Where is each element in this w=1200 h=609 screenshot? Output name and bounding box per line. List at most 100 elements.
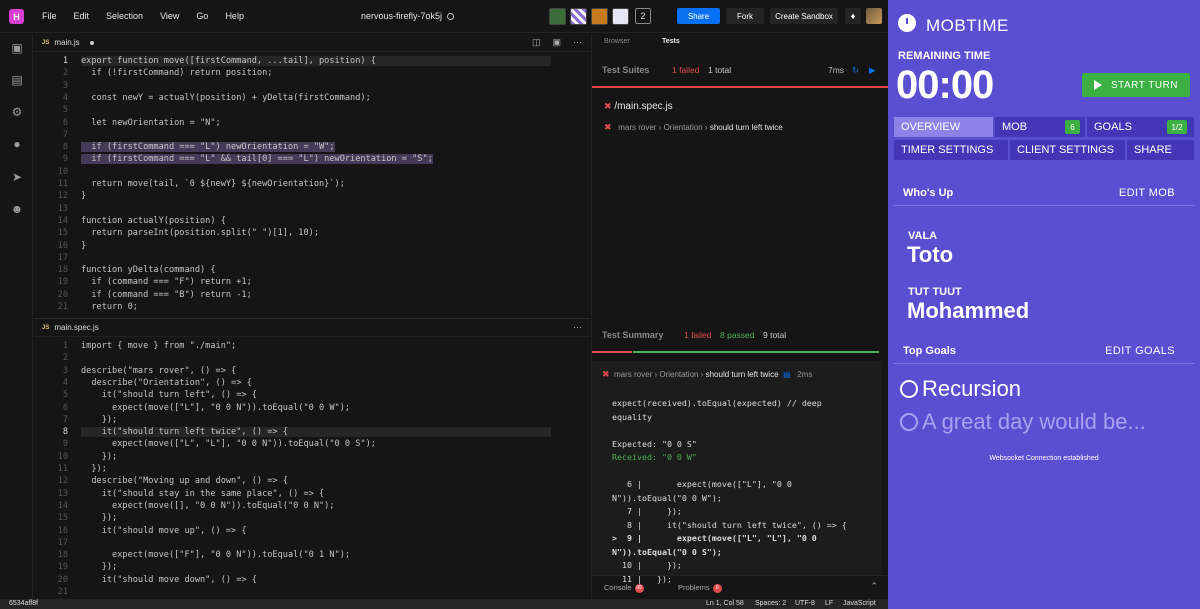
tab-main-spec-js[interactable]: JS main.spec.js [42, 323, 99, 332]
code-line: expect(move(["L"], "0 0 N")).toEqual("0 … [81, 402, 351, 413]
line-number: 16 [57, 525, 68, 536]
console-tab[interactable]: Console 99 [604, 583, 644, 593]
status-bar: 6534aff8f Ln 1, Col 58 Spaces: 2 UTF-8 L… [0, 599, 888, 609]
line-number: 2 [62, 353, 68, 364]
file-icon[interactable]: ▤ [783, 370, 791, 379]
edit-mob-button[interactable]: EDIT MOB [1119, 187, 1175, 199]
play-icon[interactable]: ▶ [869, 65, 876, 76]
start-turn-button[interactable]: START TURN [1082, 73, 1190, 97]
menu-go[interactable]: Go [196, 11, 208, 21]
tab-tests[interactable]: Tests [662, 38, 680, 45]
create-sandbox-button[interactable]: Create Sandbox [770, 8, 838, 24]
tab-share[interactable]: SHARE [1126, 139, 1195, 161]
failed-bar [592, 351, 632, 353]
more-icon[interactable]: ⋯ [573, 322, 582, 333]
problems-tab[interactable]: Problems 0 [678, 583, 722, 593]
code-main-spec-js[interactable]: 1 import { move } from "./main"; 2 3 describ… [34, 337, 590, 599]
code-line: if (firstCommand === "L") newOrientation… [81, 142, 335, 153]
summary-total: 9 total [763, 330, 787, 340]
tab-overview[interactable]: OVERVIEW [893, 116, 994, 138]
users-icon[interactable]: ☻ [10, 202, 24, 216]
tab-label: MOB [1002, 121, 1028, 133]
line-number: 2 [62, 68, 68, 79]
github-icon[interactable]: ● [10, 137, 24, 151]
goal-checkbox[interactable] [900, 380, 918, 398]
preview-icon[interactable]: ▣ [552, 37, 561, 48]
code-line: it("should stay in the same place", () =… [81, 488, 325, 499]
goal-input[interactable]: A great day would be... [900, 409, 1146, 435]
sandbox-name: nervous-firefly-7ok5j [361, 11, 443, 21]
cursor-position[interactable]: Ln 1, Col 58 [706, 600, 744, 607]
code-line: if (!firstCommand) return position; [81, 68, 273, 79]
test-file[interactable]: ✖ /main.spec.js [604, 101, 673, 112]
line-number: 15 [57, 228, 68, 239]
error-line: equality [612, 411, 652, 422]
code-line: expect(move(["L", "L"], "0 0 N")).toEqua… [81, 439, 376, 450]
indentation[interactable]: Spaces: 2 [755, 600, 786, 607]
fork-button[interactable]: Fork [726, 8, 764, 24]
error-line: Received: "0 0 W" [612, 452, 697, 462]
avatar[interactable] [570, 8, 587, 25]
test-suites-label: Test Suites [602, 65, 650, 75]
tab-label: SHARE [1134, 144, 1172, 156]
collaborator-count[interactable]: 2 [635, 8, 651, 24]
commit-hash[interactable]: 6534aff8f [9, 600, 38, 607]
code-line: const newY = actualY(position) + yDelta(… [81, 92, 371, 103]
cube-icon[interactable]: ▣ [10, 41, 24, 55]
mob-count-badge: 6 [1065, 120, 1080, 134]
bell-icon[interactable]: ♦ [845, 8, 861, 24]
top-goals-label: Top Goals [903, 345, 956, 357]
menu-file[interactable]: File [42, 11, 57, 21]
code-line: import { move } from "./main"; [81, 341, 237, 351]
code-line: }); [81, 464, 107, 474]
avatar[interactable] [612, 8, 629, 25]
menu-edit[interactable]: Edit [74, 11, 90, 21]
code-main-js[interactable]: 1 export function move([firstCommand, ...… [34, 52, 590, 318]
line-number: 10 [57, 451, 68, 462]
line-number: 21 [57, 587, 68, 597]
js-icon: JS [42, 39, 50, 46]
line-number: 17 [57, 537, 68, 548]
tab-client-settings[interactable]: CLIENT SETTINGS [1009, 139, 1126, 161]
code-line: it("should move down", () => { [81, 574, 257, 585]
line-number: 5 [62, 390, 68, 401]
line-number: 19 [57, 277, 68, 288]
editor-tabbar-bottom: JS main.spec.js ⋯ [34, 319, 590, 337]
code-line: return 0; [81, 302, 138, 312]
line-ending[interactable]: LF [825, 600, 833, 607]
crumb-item: mars rover [614, 370, 653, 379]
gear-icon[interactable]: ⚙ [10, 105, 24, 119]
line-number: 13 [57, 203, 68, 214]
tab-mob[interactable]: MOB 6 [994, 116, 1086, 138]
codesandbox-logo[interactable]: H [9, 9, 24, 24]
user-avatar[interactable] [866, 8, 882, 24]
code-line: let newOrientation = "N"; [81, 117, 221, 128]
menu-view[interactable]: View [160, 11, 179, 21]
code-line: describe("Moving up and down", () => { [81, 476, 288, 487]
divider [893, 363, 1195, 364]
goal-item[interactable]: Recursion [900, 376, 1021, 402]
test-breadcrumb[interactable]: ✖ mars rover › Orientation › should turn… [604, 122, 783, 133]
tab-goals[interactable]: GOALS 1/2 [1086, 116, 1195, 138]
split-icon[interactable]: ◫ [532, 37, 541, 48]
encoding[interactable]: UTF-8 [795, 600, 815, 607]
sandbox-title[interactable]: nervous-firefly-7ok5j [361, 11, 455, 21]
error-line: 8 | it("should turn left twice", () => { [612, 519, 847, 530]
tab-main-js[interactable]: JS main.js [42, 38, 94, 47]
tab-timer-settings[interactable]: TIMER SETTINGS [893, 139, 1009, 161]
share-button[interactable]: Share [677, 8, 720, 24]
goal-checkbox[interactable] [900, 413, 918, 431]
language-mode[interactable]: JavaScript [843, 600, 876, 607]
avatar[interactable] [549, 8, 566, 25]
chevron-up-icon[interactable]: ⌃ [870, 581, 878, 592]
rocket-icon[interactable]: ➤ [10, 170, 24, 184]
tab-browser[interactable]: Browser [604, 38, 630, 45]
refresh-icon[interactable]: ↻ [852, 65, 859, 76]
edit-goals-button[interactable]: EDIT GOALS [1105, 345, 1175, 357]
more-icon[interactable]: ⋯ [573, 37, 582, 48]
code-line: if (command === "B") return -1; [81, 289, 252, 300]
avatar[interactable] [591, 8, 608, 25]
menu-selection[interactable]: Selection [106, 11, 143, 21]
menu-help[interactable]: Help [225, 11, 244, 21]
file-icon[interactable]: ▤ [10, 73, 24, 87]
